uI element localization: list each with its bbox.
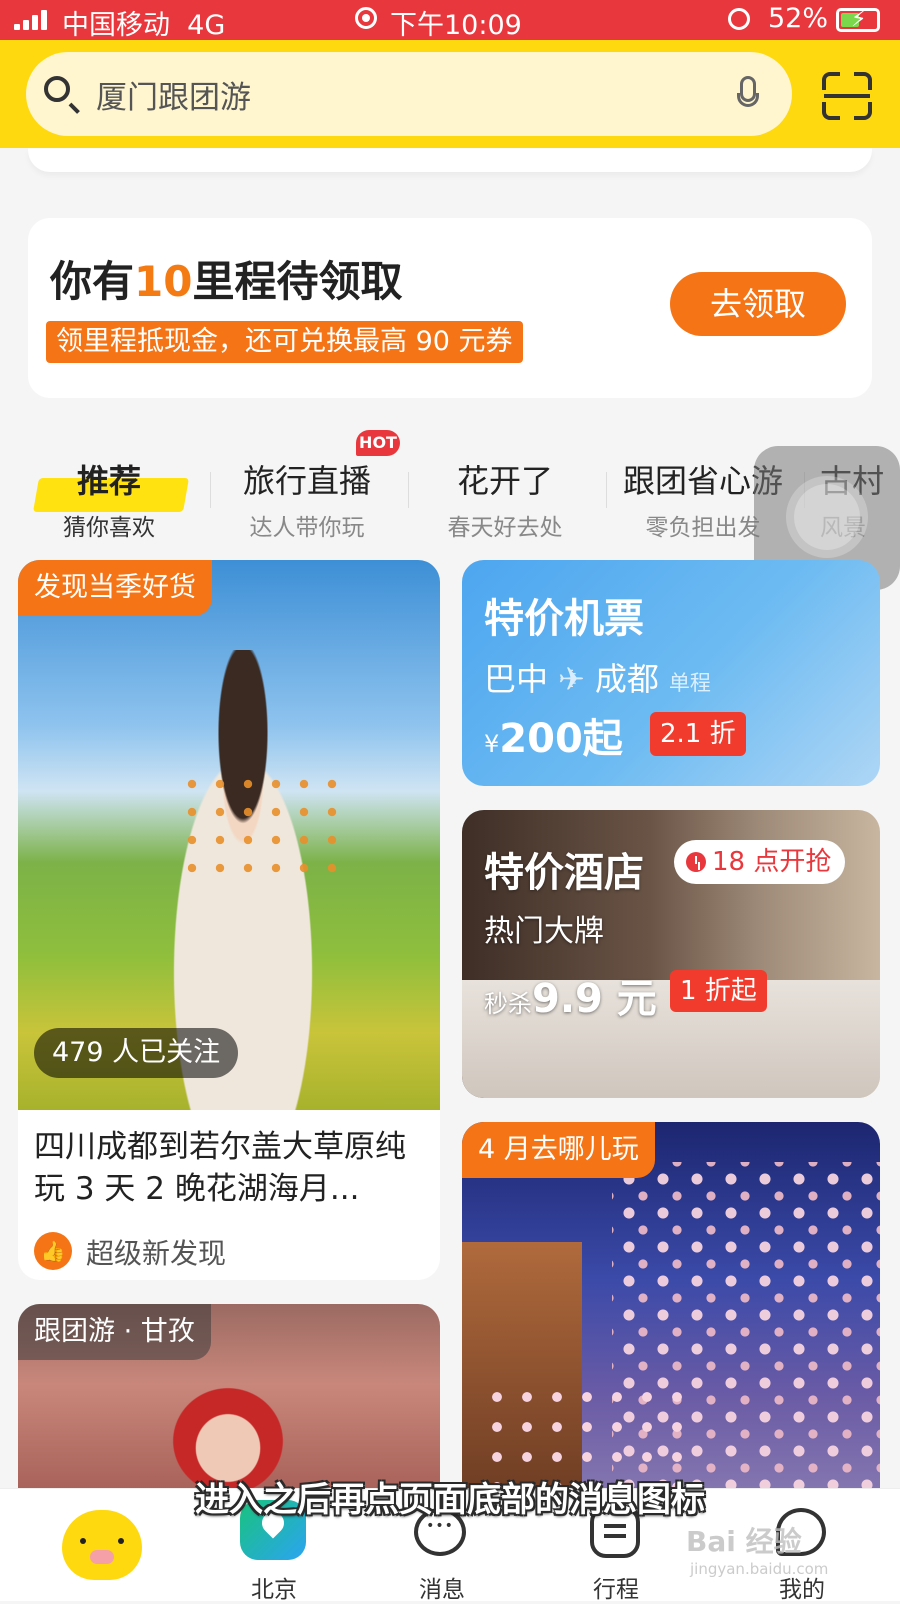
tab-divider (210, 472, 211, 508)
tab-recommend[interactable]: 推荐 猜你喜欢 (14, 456, 204, 542)
feed-tag: 跟团游 · 甘孜 (18, 1304, 211, 1360)
previous-card-edge (28, 148, 872, 172)
microphone-icon[interactable] (737, 76, 759, 107)
clock-icon (686, 852, 706, 872)
miles-title: 你有10里程待领取 (50, 257, 403, 306)
flight-price: ¥200起 (484, 716, 623, 762)
watermark-logo: Bai 经验 (686, 1525, 802, 1558)
flight-title: 特价机票 (484, 596, 644, 642)
signal-icon (14, 10, 50, 30)
feed-tag: 发现当季好货 (18, 560, 212, 616)
followers-count: 479 人已关注 (34, 1028, 239, 1078)
hot-badge: HOT (356, 430, 400, 456)
claim-miles-button[interactable]: 去领取 (670, 272, 846, 336)
scan-icon[interactable] (822, 72, 872, 120)
tab-divider (606, 472, 607, 508)
feed-source: 超级新发现 (86, 1237, 227, 1270)
feed-card-grassland[interactable]: 发现当季好货 479 人已关注 四川成都到若尔盖大草原纯玩 3 天 2 晚花湖海… (18, 560, 440, 1280)
tab-divider (408, 472, 409, 508)
cheap-flight-card[interactable]: 特价机票 巴中 ✈ 成都 单程 ¥200起 2.1 折 (462, 560, 880, 786)
flower-bouquet (178, 770, 338, 890)
hotel-price: 秒杀9.9 元 (484, 976, 657, 1022)
plane-icon: ✈ (558, 660, 585, 698)
feed-tag: 4 月去哪儿玩 (462, 1122, 655, 1178)
flash-sale-badge: 18 点开抢 (674, 840, 846, 884)
flight-discount-badge: 2.1 折 (650, 712, 746, 756)
hotel-subtitle: 热门大牌 (484, 914, 604, 949)
carrier-label: 中国移动 4G (62, 10, 226, 41)
hotel-discount-badge: 1 折起 (670, 970, 767, 1012)
tab-flowers[interactable]: 花开了 春天好去处 (410, 456, 600, 542)
search-icon (44, 76, 70, 102)
video-subtitle: 进入之后再点页面底部的消息图标 (195, 1480, 705, 1520)
rotation-lock-icon (728, 8, 750, 30)
hotel-title: 特价酒店 (484, 850, 644, 896)
battery-icon: ⚡ (836, 8, 880, 32)
miles-subtitle: 领里程抵现金，还可兑换最高 90 元券 (46, 321, 523, 363)
watermark-url: jingyan.baidu.com (690, 1560, 829, 1578)
thumbs-up-icon: 👍 (34, 1232, 72, 1270)
tab-travel-live[interactable]: 旅行直播 达人带你玩 (212, 456, 402, 542)
battery-percent: 52% (768, 3, 829, 34)
status-bar: 中国移动 4G 下午10:09 52% ⚡ (0, 0, 900, 41)
screen-record-icon (355, 7, 377, 29)
cheap-hotel-card[interactable]: 特价酒店 18 点开抢 热门大牌 秒杀9.9 元 1 折起 (462, 810, 880, 1098)
feed-card-april[interactable]: 4 月去哪儿玩 (462, 1122, 880, 1512)
clock: 下午10:09 (390, 10, 522, 41)
flight-route: 巴中 ✈ 成都 单程 (484, 660, 711, 698)
search-input[interactable]: 厦门跟团游 (96, 72, 251, 117)
feed-title: 四川成都到若尔盖大草原纯玩 3 天 2 晚花湖海月... (34, 1129, 406, 1207)
